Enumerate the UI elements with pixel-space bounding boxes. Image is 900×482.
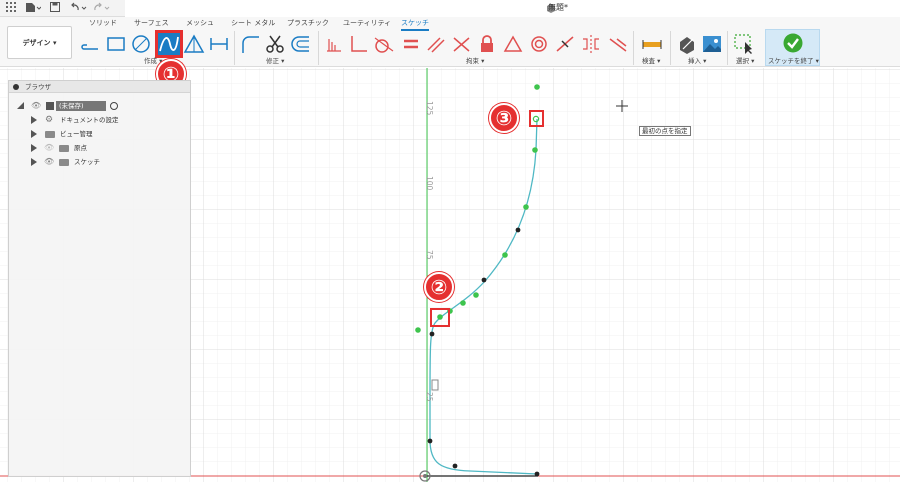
triangle-constraint-icon[interactable] xyxy=(502,33,524,55)
parallel-constraint-icon[interactable] xyxy=(425,33,447,55)
browser-item-origin[interactable]: 👁 原点 xyxy=(31,143,181,153)
collinear-constraint-icon[interactable] xyxy=(607,33,629,55)
browser-root-row[interactable]: 👁 (未保存) xyxy=(17,101,187,111)
folder-icon xyxy=(59,159,69,166)
finish-sketch-label[interactable]: スケッチを終了 ▾ xyxy=(768,55,819,65)
expand-triangle-icon[interactable] xyxy=(31,130,37,138)
workspace-design-button[interactable]: デザイン ▾ xyxy=(7,26,72,59)
activate-radio-icon[interactable] xyxy=(110,102,118,110)
browser-item-label: 原点 xyxy=(74,144,87,152)
lock-icon[interactable] xyxy=(476,33,498,55)
document-title: 無題* xyxy=(548,3,568,12)
constraints-group-label[interactable]: 拘束 ▾ xyxy=(466,55,484,65)
tab-sheet-metal[interactable]: シート メタル xyxy=(231,18,275,28)
marker-2: ② xyxy=(424,272,454,302)
browser-root-label: (未保存) xyxy=(56,101,106,111)
axis-label-100: 100 xyxy=(425,176,434,191)
browser-title: ブラウザ xyxy=(25,83,51,91)
save-icon[interactable] xyxy=(50,2,60,15)
expand-triangle-icon[interactable] xyxy=(31,144,37,152)
browser-item-view-manager[interactable]: ビュー管理 xyxy=(31,129,181,139)
gear-icon: ⚙ xyxy=(45,115,54,125)
axis-label-25: 25 xyxy=(425,392,434,402)
fillet-tool-icon[interactable] xyxy=(239,33,261,55)
tab-surface[interactable]: サーフェス xyxy=(134,18,169,28)
marker-3-box xyxy=(529,110,544,127)
browser-item-sketches[interactable]: 👁 スケッチ xyxy=(31,157,181,167)
eye-icon[interactable]: 👁 xyxy=(31,101,41,111)
marker-2-box xyxy=(430,308,450,327)
tooltip-first-point: 最初の点を指定 xyxy=(639,126,691,136)
separator xyxy=(670,31,671,65)
file-icon[interactable] xyxy=(25,2,42,16)
triangle-tool-icon[interactable] xyxy=(183,33,205,55)
browser-item-label: スケッチ xyxy=(74,158,100,166)
modify-group-label[interactable]: 修正 ▾ xyxy=(266,55,284,65)
eye-icon[interactable]: 👁 xyxy=(44,157,54,167)
browser-item-label: ビュー管理 xyxy=(60,130,93,138)
trim-scissors-icon[interactable] xyxy=(264,33,286,55)
document-tab[interactable] xyxy=(125,0,900,17)
browser-item-document-settings[interactable]: ⚙ ドキュメントの設定 xyxy=(31,115,181,125)
tab-mesh[interactable]: メッシュ xyxy=(186,18,214,28)
tab-plastic[interactable]: プラスチック xyxy=(287,18,329,28)
browser-header[interactable]: ブラウザ xyxy=(9,81,190,93)
axis-label-75: 75 xyxy=(425,250,434,260)
browser-panel: ブラウザ 👁 (未保存) ⚙ ドキュメントの設定 ビュー管理 👁 原点 👁 スケ… xyxy=(8,80,191,477)
redo-icon[interactable] xyxy=(93,2,111,16)
eye-hidden-icon[interactable]: 👁 xyxy=(44,143,54,153)
separator xyxy=(318,31,319,65)
slot-tool-icon[interactable] xyxy=(208,33,230,55)
tab-solid[interactable]: ソリッド xyxy=(89,18,117,28)
folder-icon xyxy=(59,145,69,152)
tab-utility[interactable]: ユーティリティ xyxy=(343,18,391,28)
title-bar: 無題* xyxy=(0,0,900,17)
expand-triangle-icon[interactable] xyxy=(17,102,24,109)
separator xyxy=(633,31,634,65)
grid-icon[interactable] xyxy=(6,2,16,15)
collapse-dot-icon[interactable] xyxy=(13,84,19,90)
browser-item-label: ドキュメントの設定 xyxy=(60,116,119,124)
offset-tool-icon[interactable] xyxy=(289,33,311,55)
symmetry-constraint-icon[interactable] xyxy=(580,33,602,55)
expand-triangle-icon[interactable] xyxy=(31,116,37,124)
midpoint-constraint-icon[interactable] xyxy=(554,33,576,55)
measure-ruler-icon[interactable] xyxy=(641,33,663,55)
insert-group-label[interactable]: 挿入 ▾ xyxy=(688,55,706,65)
spline-tool-icon[interactable] xyxy=(155,30,183,58)
fix-constraint-icon[interactable] xyxy=(323,33,345,55)
ribbon-toolbar: ソリッド サーフェス メッシュ シート メタル プラスチック ユーティリティ ス… xyxy=(0,17,900,67)
component-icon xyxy=(46,102,54,110)
rectangle-tool-icon[interactable] xyxy=(105,33,127,55)
tab-sketch[interactable]: スケッチ xyxy=(401,18,429,31)
undo-icon[interactable] xyxy=(70,2,88,16)
separator xyxy=(234,31,235,65)
perpendicular-constraint-icon[interactable] xyxy=(348,33,370,55)
axis-label-125: 125 xyxy=(425,101,434,116)
insert-decal-icon[interactable] xyxy=(676,33,698,55)
circle-tool-icon[interactable] xyxy=(130,33,152,55)
inspect-group-label[interactable]: 検査 ▾ xyxy=(642,55,660,65)
select-window-icon[interactable] xyxy=(733,33,755,55)
tangent-constraint-icon[interactable] xyxy=(373,33,395,55)
insert-image-icon[interactable] xyxy=(701,33,723,55)
coincident-constraint-icon[interactable] xyxy=(451,33,473,55)
separator xyxy=(727,31,728,65)
equal-constraint-icon[interactable] xyxy=(400,33,422,55)
marker-3: ③ xyxy=(489,103,519,133)
line-tool-icon[interactable] xyxy=(80,33,102,55)
concentric-constraint-icon[interactable] xyxy=(528,33,550,55)
check-icon xyxy=(783,33,803,55)
expand-triangle-icon[interactable] xyxy=(31,158,37,166)
select-group-label[interactable]: 選択 ▾ xyxy=(736,55,754,65)
folder-icon xyxy=(45,131,55,138)
